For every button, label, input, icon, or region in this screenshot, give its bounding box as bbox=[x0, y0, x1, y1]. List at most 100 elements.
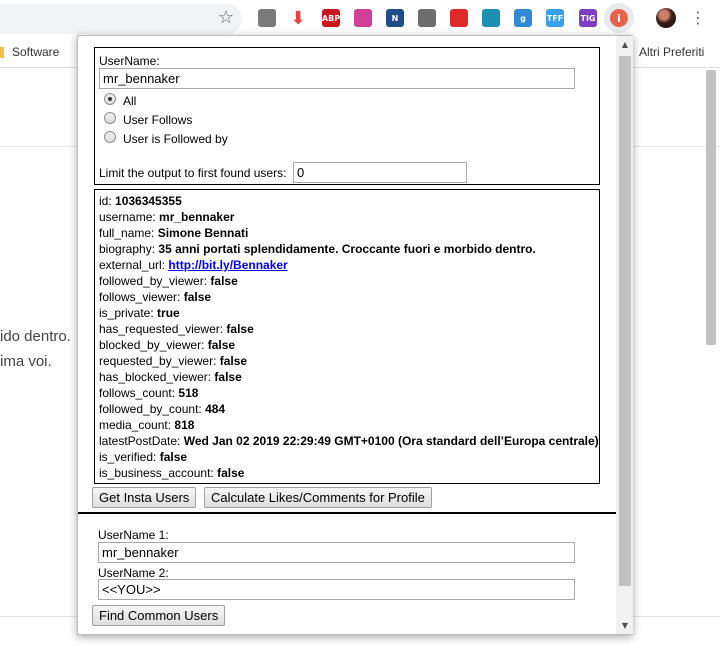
page-text-line: ido dentro. bbox=[0, 328, 71, 345]
username-input[interactable]: mr_bennaker bbox=[99, 68, 575, 89]
wrench-icon[interactable] bbox=[418, 9, 436, 27]
page-text-line: ima voi. bbox=[0, 353, 52, 370]
chrome-menu-icon[interactable]: ⋮ bbox=[690, 8, 706, 28]
bookmark-software[interactable]: Software bbox=[12, 43, 59, 61]
find-common-users-button[interactable]: Find Common Users bbox=[92, 605, 226, 626]
section-divider bbox=[78, 512, 616, 514]
profile-field-has-blocked-viewer: has_blocked_viewer: false bbox=[99, 370, 242, 384]
profile-field-blocked-by-viewer: blocked_by_viewer: false bbox=[99, 338, 236, 352]
field-key: followed_by_count bbox=[99, 402, 199, 416]
field-value: 818 bbox=[174, 418, 195, 432]
scroll-down-arrow-icon[interactable]: ▼ bbox=[619, 620, 631, 632]
screen-capture-icon[interactable] bbox=[258, 9, 276, 27]
tff-icon[interactable]: TFF bbox=[546, 9, 564, 27]
youtube-icon[interactable] bbox=[450, 9, 468, 27]
address-bar[interactable] bbox=[0, 4, 242, 34]
g-icon[interactable]: g bbox=[514, 9, 532, 27]
profile-field-biography: biography: 35 anni portati splendidament… bbox=[99, 242, 536, 256]
external-url-link[interactable]: http://bit.ly/Bennaker bbox=[168, 258, 287, 272]
radio-user-follows-label: User Follows bbox=[123, 113, 193, 127]
download-arrow-icon[interactable]: ⬇ bbox=[289, 8, 307, 29]
profile-info-panel: id: 1036345355 username: mr_bennaker full_… bbox=[94, 189, 600, 484]
field-key: biography bbox=[99, 242, 152, 256]
profile-field-external-url: external_url: http://bit.ly/Bennaker bbox=[99, 258, 288, 272]
popup-scrollbar-thumb[interactable] bbox=[619, 56, 631, 586]
profile-field-is-verified: is_verified: false bbox=[99, 450, 188, 464]
field-key: username bbox=[99, 210, 153, 224]
pink-heart-icon[interactable] bbox=[354, 9, 372, 27]
field-key: blocked_by_viewer bbox=[99, 338, 202, 352]
extension-popup: UserName: mr_bennaker All User Follows U… bbox=[77, 35, 633, 635]
adblock-plus-icon[interactable]: ABP bbox=[322, 9, 340, 27]
radio-user-followed-by[interactable] bbox=[104, 131, 116, 143]
page-scrollbar-thumb[interactable] bbox=[706, 70, 716, 345]
field-key: followed_by_viewer bbox=[99, 274, 204, 288]
field-key: follows_viewer bbox=[99, 290, 178, 304]
calculate-likes-button[interactable]: Calculate Likes/Comments for Profile bbox=[204, 487, 432, 508]
field-value: false bbox=[159, 450, 188, 464]
field-value: Simone Bennati bbox=[157, 226, 249, 240]
globe-icon[interactable] bbox=[482, 9, 500, 27]
radio-user-follows[interactable] bbox=[104, 112, 116, 124]
scroll-up-arrow-icon[interactable]: ▲ bbox=[619, 39, 631, 51]
username2-input[interactable]: <<YOU>> bbox=[98, 579, 575, 600]
limit-input[interactable]: 0 bbox=[293, 162, 467, 183]
username2-label: UserName 2: bbox=[98, 566, 169, 580]
field-key: full_name bbox=[99, 226, 152, 240]
profile-field-is-business-account: is_business_account: false bbox=[99, 466, 245, 480]
notion-n-icon[interactable]: N bbox=[386, 9, 404, 27]
username-label: UserName: bbox=[99, 54, 160, 68]
field-value: false bbox=[207, 338, 236, 352]
get-insta-users-button[interactable]: Get Insta Users bbox=[92, 487, 197, 508]
radio-user-followed-by-label: User is Followed by bbox=[123, 132, 228, 146]
profile-field-latestpostdate: latestPostDate: Wed Jan 02 2019 22:29:49… bbox=[99, 434, 599, 448]
profile-field-followed-by-viewer: followed_by_viewer: false bbox=[99, 274, 238, 288]
field-key: media_count bbox=[99, 418, 168, 432]
folder-icon bbox=[0, 47, 4, 58]
tig-icon[interactable]: TIG bbox=[579, 9, 597, 27]
radio-all[interactable] bbox=[104, 93, 116, 105]
field-value: 1036345355 bbox=[115, 194, 182, 208]
profile-field-has-requested-viewer: has_requested_viewer: false bbox=[99, 322, 254, 336]
username1-input[interactable]: mr_bennaker bbox=[98, 542, 575, 563]
field-value: Wed Jan 02 2019 22:29:49 GMT+0100 (Ora s… bbox=[183, 434, 599, 448]
insta-tool-extension-icon[interactable]: i bbox=[610, 9, 628, 27]
field-value: false bbox=[183, 290, 212, 304]
profile-field-media-count: media_count: 818 bbox=[99, 418, 195, 432]
limit-label: Limit the output to first found users: bbox=[99, 166, 287, 180]
field-key: latestPostDate bbox=[99, 434, 178, 448]
bookmark-star-icon[interactable]: ☆ bbox=[216, 8, 236, 28]
bookmark-other-favorites[interactable]: Altri Preferiti bbox=[639, 43, 704, 61]
profile-avatar[interactable] bbox=[656, 8, 676, 28]
field-key: requested_by_viewer bbox=[99, 354, 214, 368]
field-key: is_business_account bbox=[99, 466, 211, 480]
profile-field-is-private: is_private: true bbox=[99, 306, 180, 320]
profile-field-id: id: 1036345355 bbox=[99, 194, 182, 208]
browser-toolbar: ☆ ⬇ ABP Ng TFF TIG i ⋮ bbox=[0, 0, 720, 38]
field-value: true bbox=[157, 306, 180, 320]
field-key: has_blocked_viewer bbox=[99, 370, 208, 384]
field-value: 484 bbox=[205, 402, 226, 416]
field-value: 518 bbox=[178, 386, 199, 400]
field-value: false bbox=[217, 466, 245, 480]
profile-field-follows-viewer: follows_viewer: false bbox=[99, 290, 212, 304]
field-key: has_requested_viewer bbox=[99, 322, 220, 336]
field-key: external_url bbox=[99, 258, 162, 272]
profile-field-username: username: mr_bennaker bbox=[99, 210, 235, 224]
field-key: is_private bbox=[99, 306, 151, 320]
profile-field-followed-by-count: followed_by_count: 484 bbox=[99, 402, 226, 416]
field-value: mr_bennaker bbox=[159, 210, 235, 224]
profile-field-requested-by-viewer: requested_by_viewer: false bbox=[99, 354, 248, 368]
field-key: is_verified bbox=[99, 450, 154, 464]
profile-field-follows-count: follows_count: 518 bbox=[99, 386, 199, 400]
field-key: follows_count bbox=[99, 386, 172, 400]
search-panel: UserName: mr_bennaker All User Follows U… bbox=[94, 47, 600, 185]
radio-all-label: All bbox=[123, 94, 137, 108]
field-value: false bbox=[219, 354, 248, 368]
field-key: id bbox=[99, 194, 109, 208]
profile-field-full-name: full_name: Simone Bennati bbox=[99, 226, 249, 240]
field-value: 35 anni portati splendidamente. Croccant… bbox=[158, 242, 536, 256]
field-value: false bbox=[226, 322, 254, 336]
field-value: false bbox=[214, 370, 242, 384]
field-value: false bbox=[210, 274, 238, 288]
